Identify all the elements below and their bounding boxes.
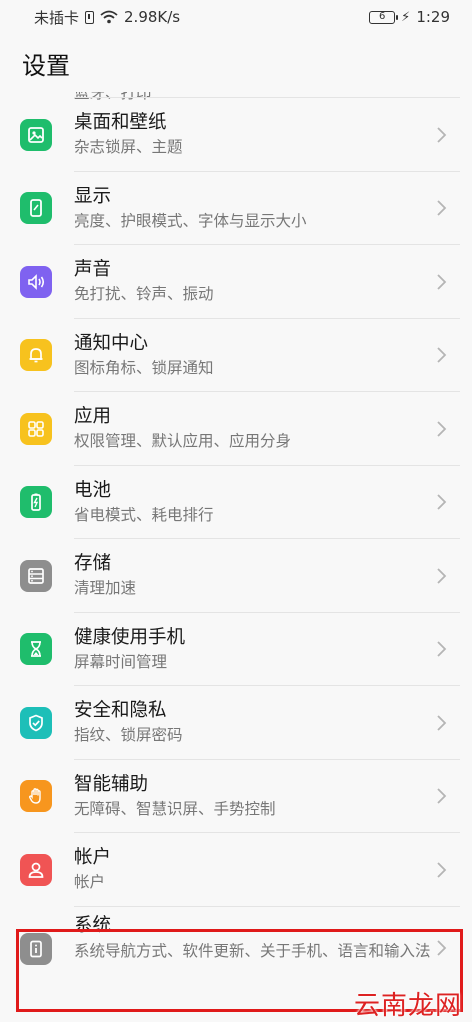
item-title: 系统 [74,914,112,936]
settings-item-display[interactable]: 显示 亮度、护眼模式、字体与显示大小 [0,172,472,245]
settings-item-battery[interactable]: 电池 省电模式、耗电排行 [0,466,472,539]
item-subtitle: 系统导航方式、软件更新、关于手机、语言和输入法 [74,941,431,960]
info-icon [20,932,52,965]
chevron-right-icon [437,568,447,584]
charging-icon: ⚡ [401,9,411,25]
hourglass-icon [20,633,52,666]
item-subtitle: 清理加速 [74,579,137,597]
shield-icon [20,706,52,739]
settings-item-accounts[interactable]: 帐户 帐户 [0,833,472,907]
chevron-right-icon [437,494,447,510]
item-title: 应用 [74,406,112,427]
item-title: 通知中心 [74,332,149,354]
item-title: 健康使用手机 [74,626,186,648]
item-subtitle: 省电模式、耗电排行 [74,505,214,524]
status-left: 未插卡 2.98K/s [34,7,180,28]
user-icon [20,853,52,886]
settings-item-storage[interactable]: 存储 清理加速 [0,539,472,613]
battery-icon [20,486,52,519]
item-texts: 显示 亮度、护眼模式、字体与显示大小 [74,184,432,232]
clock: 1:29 [416,8,450,26]
page-title: 设置 [22,51,70,80]
sim-alert-icon [85,10,95,24]
settings-item-notifications[interactable]: 通知中心 图标角标、锁屏通知 [0,319,472,392]
item-subtitle: 帐户 [74,873,106,891]
item-texts: 通知中心 图标角标、锁屏通知 [74,331,432,379]
item-title: 显示 [74,185,112,207]
item-subtitle: 杂志锁屏、主题 [74,138,183,156]
settings-item-wallpaper[interactable]: 桌面和壁纸 杂志锁屏、主题 [0,98,472,172]
item-subtitle: 指纹、锁屏密码 [74,726,183,744]
item-subtitle: 亮度、护眼模式、字体与显示大小 [74,211,307,230]
network-speed: 2.98K/s [124,8,181,26]
battery-icon: 6 [369,10,399,24]
item-subtitle: 权限管理、默认应用、应用分身 [74,432,292,450]
item-title: 声音 [74,259,112,280]
page-header: 设置 [0,34,472,92]
carrier-text: 未插卡 [34,8,80,27]
status-bar: 未插卡 2.98K/s 6 ⚡ 1:29 [0,0,472,34]
item-title: 安全和隐私 [74,700,167,721]
settings-list[interactable]: 蓝牙、打印 桌面和壁纸 杂志锁屏、主题 显示 亮度、护眼模式、字体与显示大小 声… [0,46,472,1007]
hand-icon [20,780,52,813]
item-title: 智能辅助 [74,773,149,795]
item-texts: 安全和隐私 指纹、锁屏密码 [74,698,432,746]
item-texts: 应用 权限管理、默认应用、应用分身 [74,404,432,452]
settings-item-digital-balance[interactable]: 健康使用手机 屏幕时间管理 [0,613,472,686]
wifi-icon [100,10,118,24]
chevron-right-icon [437,274,447,290]
chevron-right-icon [437,788,447,804]
settings-item-security[interactable]: 安全和隐私 指纹、锁屏密码 [0,686,472,760]
chevron-right-icon [437,421,447,437]
chevron-right-icon [437,939,447,956]
item-subtitle: 无障碍、智慧识屏、手势控制 [74,799,276,818]
chevron-right-icon [437,641,447,657]
sound-icon [20,265,52,298]
item-subtitle: 免打扰、铃声、振动 [74,285,214,303]
chevron-right-icon [437,200,447,216]
battery-level: 6 [378,11,386,22]
settings-item-apps[interactable]: 应用 权限管理、默认应用、应用分身 [0,392,472,466]
item-texts: 帐户 帐户 [74,845,432,893]
watermark-logo: 云南龙网 [353,991,462,1021]
apps-grid-icon [20,412,52,445]
item-texts: 声音 免打扰、铃声、振动 [74,257,432,305]
chevron-right-icon [437,127,447,143]
settings-item-accessibility[interactable]: 智能辅助 无障碍、智慧识屏、手势控制 [0,760,472,833]
item-title: 电池 [74,479,112,501]
storage-icon [20,559,52,592]
item-subtitle: 屏幕时间管理 [74,652,168,671]
chevron-right-icon [437,347,447,363]
chevron-right-icon [437,715,447,731]
item-texts: 存储 清理加速 [74,551,432,599]
item-title: 桌面和壁纸 [74,112,167,133]
item-texts: 桌面和壁纸 杂志锁屏、主题 [74,110,432,158]
item-subtitle: 图标角标、锁屏通知 [74,358,214,377]
item-title: 帐户 [74,847,112,868]
item-texts: 智能辅助 无障碍、智慧识屏、手势控制 [74,772,432,820]
bell-icon [20,339,52,372]
chevron-right-icon [437,862,447,878]
status-right: 6 ⚡ 1:29 [369,8,450,26]
wallpaper-icon [20,118,52,151]
display-icon [20,192,52,225]
item-title: 存储 [74,553,112,574]
settings-item-sound[interactable]: 声音 免打扰、铃声、振动 [0,245,472,319]
item-texts: 电池 省电模式、耗电排行 [74,478,432,526]
item-texts: 系统 系统导航方式、软件更新、关于手机、语言和输入法 [74,913,442,963]
item-texts: 健康使用手机 屏幕时间管理 [74,625,432,673]
